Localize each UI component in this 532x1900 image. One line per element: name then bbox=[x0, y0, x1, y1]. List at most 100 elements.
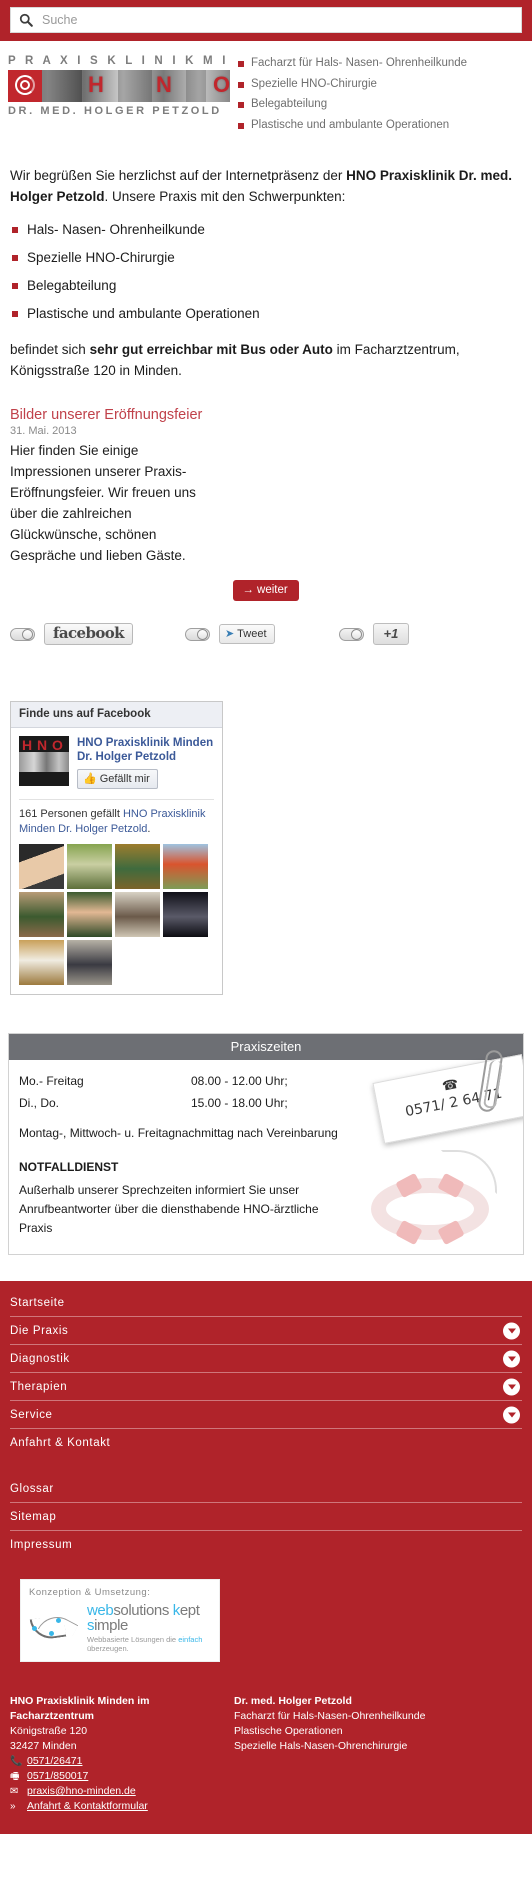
news-title[interactable]: Bilder unserer Eröffnungsfeier bbox=[10, 407, 522, 423]
avatar[interactable] bbox=[67, 892, 112, 937]
footer-doctor-name: Dr. med. Holger Petzold bbox=[234, 1695, 352, 1707]
focus-list: Hals- Nasen- Ohrenheilkunde Spezielle HN… bbox=[10, 221, 522, 323]
list-item: Belegabteilung bbox=[10, 277, 522, 295]
chevron-down-icon[interactable] bbox=[503, 1322, 520, 1339]
footer-fax-link[interactable]: 0571/850017 bbox=[27, 1769, 88, 1784]
location-text-1: befindet sich bbox=[10, 342, 90, 357]
brand-logo[interactable]: P R A X I S K L I N I K M I N D E N H N … bbox=[8, 55, 230, 139]
search-field[interactable] bbox=[10, 7, 522, 33]
tagline-pre: Webbasierte Lösungen die bbox=[87, 1635, 179, 1644]
tagline-post: überzeugen. bbox=[87, 1644, 129, 1653]
nav-item-startseite[interactable]: Startseite bbox=[10, 1289, 522, 1317]
opening-hours-heading: Praxiszeiten bbox=[9, 1034, 523, 1060]
list-item: Spezielle HNO-Chirurgie bbox=[10, 249, 522, 267]
location-text-bold: sehr gut erreichbar mit Bus oder Auto bbox=[89, 342, 333, 357]
search-input[interactable] bbox=[40, 9, 513, 31]
footer-email-link[interactable]: praxis@hno-minden.de bbox=[27, 1784, 136, 1799]
emergency-body: Außerhalb unserer Sprechzeiten informier… bbox=[19, 1183, 319, 1235]
list-item: Plastische und ambulante Operationen bbox=[10, 305, 522, 323]
footer-phone-link[interactable]: 0571/26471 bbox=[27, 1754, 82, 1769]
footer-fax-row: 🖷 0571/850017 bbox=[10, 1769, 222, 1784]
footer-clinic-name-2: Facharztzentrum bbox=[10, 1710, 95, 1722]
chevron-down-icon[interactable] bbox=[503, 1406, 520, 1423]
twitter-label: Tweet bbox=[237, 627, 267, 640]
chevron-down-icon[interactable] bbox=[503, 1378, 520, 1395]
footer-contact-link[interactable]: Anfahrt & Kontaktformular bbox=[27, 1799, 148, 1814]
avatar[interactable] bbox=[115, 844, 160, 889]
avatar[interactable] bbox=[19, 844, 64, 889]
nav-item-service[interactable]: Service bbox=[10, 1401, 522, 1429]
tagline-hl: einfach bbox=[178, 1635, 203, 1644]
nav-item-diagnostik[interactable]: Diagnostik bbox=[10, 1345, 522, 1373]
logo-image-strip: H N O bbox=[8, 70, 230, 102]
brand-line-2: DR. MED. HOLGER PETZOLD bbox=[8, 105, 222, 117]
lifebuoy-icon bbox=[371, 1172, 489, 1246]
facebook-privacy-toggle[interactable] bbox=[10, 627, 35, 641]
opening-hours-wrap: Praxiszeiten ☎ 0571/ 2 64 71 Mo.- Freita… bbox=[0, 1019, 532, 1255]
emergency-title: NOTFALLDIENST bbox=[19, 1160, 119, 1174]
nav-label: Startseite bbox=[10, 1296, 65, 1309]
avatar[interactable] bbox=[163, 892, 208, 937]
main-navigation: Startseite Die Praxis Diagnostik Therapi… bbox=[0, 1281, 532, 1680]
opening-hours-body: ☎ 0571/ 2 64 71 Mo.- Freitag 08.00 - 12.… bbox=[9, 1049, 523, 1254]
arrow-right-icon: » bbox=[10, 1801, 16, 1812]
nav-label: Service bbox=[10, 1408, 53, 1421]
list-item: Spezielle HNO-Chirurgie bbox=[238, 78, 524, 92]
websolutions-mark-icon bbox=[29, 1609, 81, 1645]
search-icon bbox=[19, 13, 33, 27]
twitter-privacy-toggle[interactable] bbox=[184, 627, 210, 641]
credit-name-c: k bbox=[172, 1602, 181, 1619]
like-count-prefix: 161 Personen gefällt bbox=[19, 808, 123, 820]
opening-hours-box: Praxiszeiten ☎ 0571/ 2 64 71 Mo.- Freita… bbox=[8, 1033, 524, 1255]
ear-anatomy-icon bbox=[8, 70, 42, 102]
list-item: Belegabteilung bbox=[238, 98, 524, 112]
nav-item-impressum[interactable]: Impressum bbox=[10, 1531, 522, 1559]
googleplus-privacy-toggle[interactable] bbox=[338, 627, 364, 641]
like-button-label: Gefällt mir bbox=[99, 772, 150, 785]
facebook-like-button[interactable]: 👍 Gefällt mir bbox=[77, 769, 158, 789]
nav-item-sitemap[interactable]: Sitemap bbox=[10, 1503, 522, 1531]
footer-doctor-line: Spezielle Hals-Nasen-Ohrenchirurgie bbox=[234, 1740, 408, 1752]
avatar-letter-h: H bbox=[22, 737, 33, 753]
mail-icon: ✉ bbox=[10, 1786, 19, 1797]
footer-street: Königstraße 120 bbox=[10, 1725, 88, 1737]
nav-item-anfahrt-kontakt[interactable]: Anfahrt & Kontakt bbox=[10, 1429, 522, 1457]
avatar[interactable] bbox=[67, 940, 112, 985]
agency-credit-logo[interactable]: Konzeption & Umsetzung: websolutions kep… bbox=[20, 1579, 220, 1662]
news-more-wrap: → weiter bbox=[10, 566, 522, 607]
chevron-down-icon[interactable] bbox=[503, 1350, 520, 1367]
googleplus-share-group: +1 bbox=[338, 623, 410, 645]
location-paragraph: befindet sich sehr gut erreichbar mit Bu… bbox=[10, 339, 522, 381]
footer-clinic-name-1: HNO Praxisklinik Minden im bbox=[10, 1695, 150, 1707]
search-bar bbox=[0, 0, 532, 41]
facebook-page-name[interactable]: HNO Praxisklinik Minden Dr. Holger Petzo… bbox=[77, 736, 214, 764]
nav-item-die-praxis[interactable]: Die Praxis bbox=[10, 1317, 522, 1345]
nav-label: Impressum bbox=[10, 1539, 73, 1551]
hours-days: Di., Do. bbox=[19, 1096, 60, 1110]
avatar[interactable] bbox=[19, 940, 64, 985]
nav-item-glossar[interactable]: Glossar bbox=[10, 1475, 522, 1503]
avatar[interactable] bbox=[19, 892, 64, 937]
site-header: P R A X I S K L I N I K M I N D E N H N … bbox=[0, 41, 532, 151]
header-specialty-list: Facharzt für Hals- Nasen- Ohrenheilkunde… bbox=[238, 55, 524, 139]
list-item: Plastische und ambulante Operationen bbox=[238, 119, 524, 133]
nav-label: Anfahrt & Kontakt bbox=[10, 1437, 111, 1449]
avatar-letter-n: N bbox=[37, 737, 48, 753]
footer-email-row: ✉ praxis@hno-minden.de bbox=[10, 1784, 222, 1799]
nav-item-therapien[interactable]: Therapien bbox=[10, 1373, 522, 1401]
nav-label: Die Praxis bbox=[10, 1324, 69, 1337]
footer-doctor-line: Facharzt für Hals-Nasen-Ohrenheilkunde bbox=[234, 1710, 426, 1722]
credit-tagline: Webbasierte Lösungen die einfach überzeu… bbox=[87, 1635, 211, 1653]
twitter-share-button[interactable]: ➤ Tweet bbox=[218, 624, 275, 644]
avatar[interactable] bbox=[115, 892, 160, 937]
googleplus-share-button[interactable]: +1 bbox=[372, 623, 410, 645]
footer-phone-row: 📞 0571/26471 bbox=[10, 1754, 222, 1769]
facebook-share-button[interactable]: facebook bbox=[44, 623, 133, 645]
weiter-button[interactable]: → weiter bbox=[233, 580, 299, 601]
list-item: Facharzt für Hals- Nasen- Ohrenheilkunde bbox=[238, 57, 524, 71]
avatar[interactable] bbox=[163, 844, 208, 889]
avatar-letter-o: O bbox=[52, 737, 63, 753]
avatar[interactable] bbox=[67, 844, 112, 889]
site-footer: HNO Praxisklinik Minden im Facharztzentr… bbox=[0, 1680, 532, 1834]
